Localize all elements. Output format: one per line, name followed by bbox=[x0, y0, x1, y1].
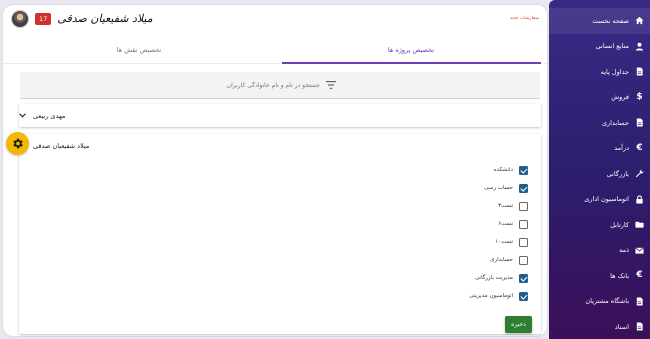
checkbox[interactable] bbox=[519, 273, 528, 283]
checkbox[interactable] bbox=[519, 255, 528, 265]
permission-item[interactable]: مدیریت بازرگانی bbox=[19, 269, 528, 287]
euro-icon: € bbox=[636, 270, 643, 281]
permission-item[interactable]: اتوماسیون مدیریتی bbox=[19, 287, 528, 305]
home-icon bbox=[635, 16, 644, 25]
main-card: 17 میلاد شفیعیان صدقی ﺳﻔﺎﺭﺷﺎﺕ ﺟﺪﻳﺪ تخصیص… bbox=[3, 5, 547, 336]
sidebar: صفحه نخست منابع انسانی جداول پایه $ فروش… bbox=[549, 0, 650, 339]
user-panel-expanded: میلاد شفیعیان صدقی دانشکده حساب رسی تست۳… bbox=[19, 134, 541, 334]
permission-item[interactable]: حسابداری bbox=[19, 251, 528, 269]
sidebar-item-label: بازرگانی bbox=[606, 169, 629, 178]
permission-label: مدیریت بازرگانی bbox=[474, 275, 513, 281]
sidebar-item-sales[interactable]: $ فروش bbox=[549, 85, 650, 111]
sidebar-item-hr[interactable]: منابع انسانی bbox=[549, 34, 650, 60]
person-icon bbox=[635, 42, 644, 51]
document-icon bbox=[635, 297, 644, 306]
sidebar-item-accounting[interactable]: حسابداری bbox=[549, 110, 650, 136]
permission-item[interactable]: تست۶ bbox=[19, 215, 528, 233]
checkbox[interactable] bbox=[519, 291, 528, 301]
search-input[interactable] bbox=[20, 81, 320, 89]
document-icon bbox=[635, 118, 644, 127]
checkbox[interactable] bbox=[519, 237, 528, 247]
lock-icon bbox=[635, 195, 644, 204]
sidebar-item-label: حسابداری bbox=[601, 118, 629, 127]
panel-header[interactable]: میلاد شفیعیان صدقی bbox=[19, 134, 541, 157]
sidebar-item-label: اتوماسیون اداری bbox=[584, 195, 629, 204]
notification-badge[interactable]: 17 bbox=[35, 12, 52, 25]
checkbox[interactable] bbox=[519, 165, 528, 175]
permission-list: دانشکده حساب رسی تست۳ تست۶ تست۱۰ حسابدار… bbox=[19, 157, 541, 305]
euro-icon: € bbox=[636, 142, 643, 153]
user-panel-collapsed[interactable]: مهدی ربیعی bbox=[19, 104, 541, 127]
sidebar-item-label: صفحه نخست bbox=[592, 16, 629, 25]
permission-label: تست۳ bbox=[498, 203, 513, 209]
save-button[interactable]: ذخیره bbox=[505, 316, 532, 333]
user-name: میلاد شفیعیان صدقی bbox=[57, 12, 153, 25]
permission-label: حسابداری bbox=[490, 257, 513, 263]
sidebar-item-label: بانک ها bbox=[610, 271, 629, 280]
dollar-icon: $ bbox=[636, 91, 643, 102]
sidebar-item-cartable[interactable]: کارتابل bbox=[549, 212, 650, 238]
search-box[interactable] bbox=[20, 72, 540, 99]
sidebar-item-label: فروش bbox=[611, 93, 629, 102]
user-block[interactable]: 17 میلاد شفیعیان صدقی bbox=[11, 9, 153, 28]
permission-item[interactable]: دانشکده bbox=[19, 161, 528, 179]
tab-assign-roles[interactable]: تخصیص نقش ها bbox=[3, 37, 275, 63]
mail-icon bbox=[635, 246, 644, 255]
sidebar-item-label: منابع انسانی bbox=[595, 42, 629, 51]
checkbox[interactable] bbox=[519, 183, 528, 193]
sidebar-item-label: باشگاه مشتریان bbox=[585, 297, 629, 306]
sidebar-item-banks[interactable]: € بانک ها bbox=[549, 263, 650, 289]
sidebar-item-label: کارتابل bbox=[610, 220, 629, 229]
sidebar-item-office-automation[interactable]: اتوماسیون اداری bbox=[549, 187, 650, 213]
permission-label: دانشکده bbox=[493, 167, 513, 173]
sidebar-item-label: جداول پایه bbox=[600, 67, 629, 76]
avatar[interactable] bbox=[11, 9, 29, 28]
settings-button[interactable] bbox=[6, 132, 29, 155]
sidebar-item-customer-club[interactable]: باشگاه مشتریان bbox=[549, 289, 650, 315]
sidebar-item-commerce[interactable]: بازرگانی bbox=[549, 161, 650, 187]
folder-icon bbox=[635, 220, 644, 229]
permission-item[interactable]: تست۳ bbox=[19, 197, 528, 215]
gear-icon bbox=[13, 138, 23, 149]
top-bar: 17 میلاد شفیعیان صدقی ﺳﻔﺎﺭﺷﺎﺕ ﺟﺪﻳﺪ bbox=[3, 5, 547, 32]
red-note[interactable]: ﺳﻔﺎﺭﺷﺎﺕ ﺟﺪﻳﺪ bbox=[510, 16, 539, 21]
sidebar-item-label: درآمد bbox=[614, 144, 629, 153]
sidebar-item-income[interactable]: € درآمد bbox=[549, 136, 650, 162]
permission-item[interactable]: حساب رسی bbox=[19, 179, 528, 197]
sidebar-item-home[interactable]: صفحه نخست bbox=[549, 8, 650, 34]
checkbox[interactable] bbox=[519, 201, 528, 211]
document-icon bbox=[635, 322, 644, 331]
panel-title: مهدی ربیعی bbox=[33, 111, 66, 120]
wrench-icon bbox=[635, 169, 644, 178]
filter-icon bbox=[326, 81, 336, 89]
permission-label: تست۱۰ bbox=[495, 239, 513, 245]
permission-item[interactable]: تست۱۰ bbox=[19, 233, 528, 251]
tab-assign-projects[interactable]: تخصیص پروژه ها bbox=[275, 37, 547, 64]
panel-title: میلاد شفیعیان صدقی bbox=[33, 141, 90, 150]
document-icon bbox=[635, 67, 644, 76]
permission-label: اتوماسیون مدیریتی bbox=[469, 293, 513, 299]
tabs: تخصیص نقش ها تخصیص پروژه ها bbox=[3, 37, 547, 64]
sidebar-item-label: اسناد bbox=[614, 322, 629, 331]
panel-header[interactable]: مهدی ربیعی bbox=[19, 104, 541, 127]
permission-label: تست۶ bbox=[498, 221, 513, 227]
permission-label: حساب رسی bbox=[484, 185, 513, 191]
checkbox[interactable] bbox=[519, 219, 528, 229]
chevron-down-icon bbox=[19, 113, 26, 118]
sidebar-item-documents[interactable]: اسناد bbox=[549, 314, 650, 339]
sidebar-item-liability[interactable]: ذمه bbox=[549, 238, 650, 264]
sidebar-item-base-tables[interactable]: جداول پایه bbox=[549, 59, 650, 85]
sidebar-item-label: ذمه bbox=[619, 246, 629, 255]
